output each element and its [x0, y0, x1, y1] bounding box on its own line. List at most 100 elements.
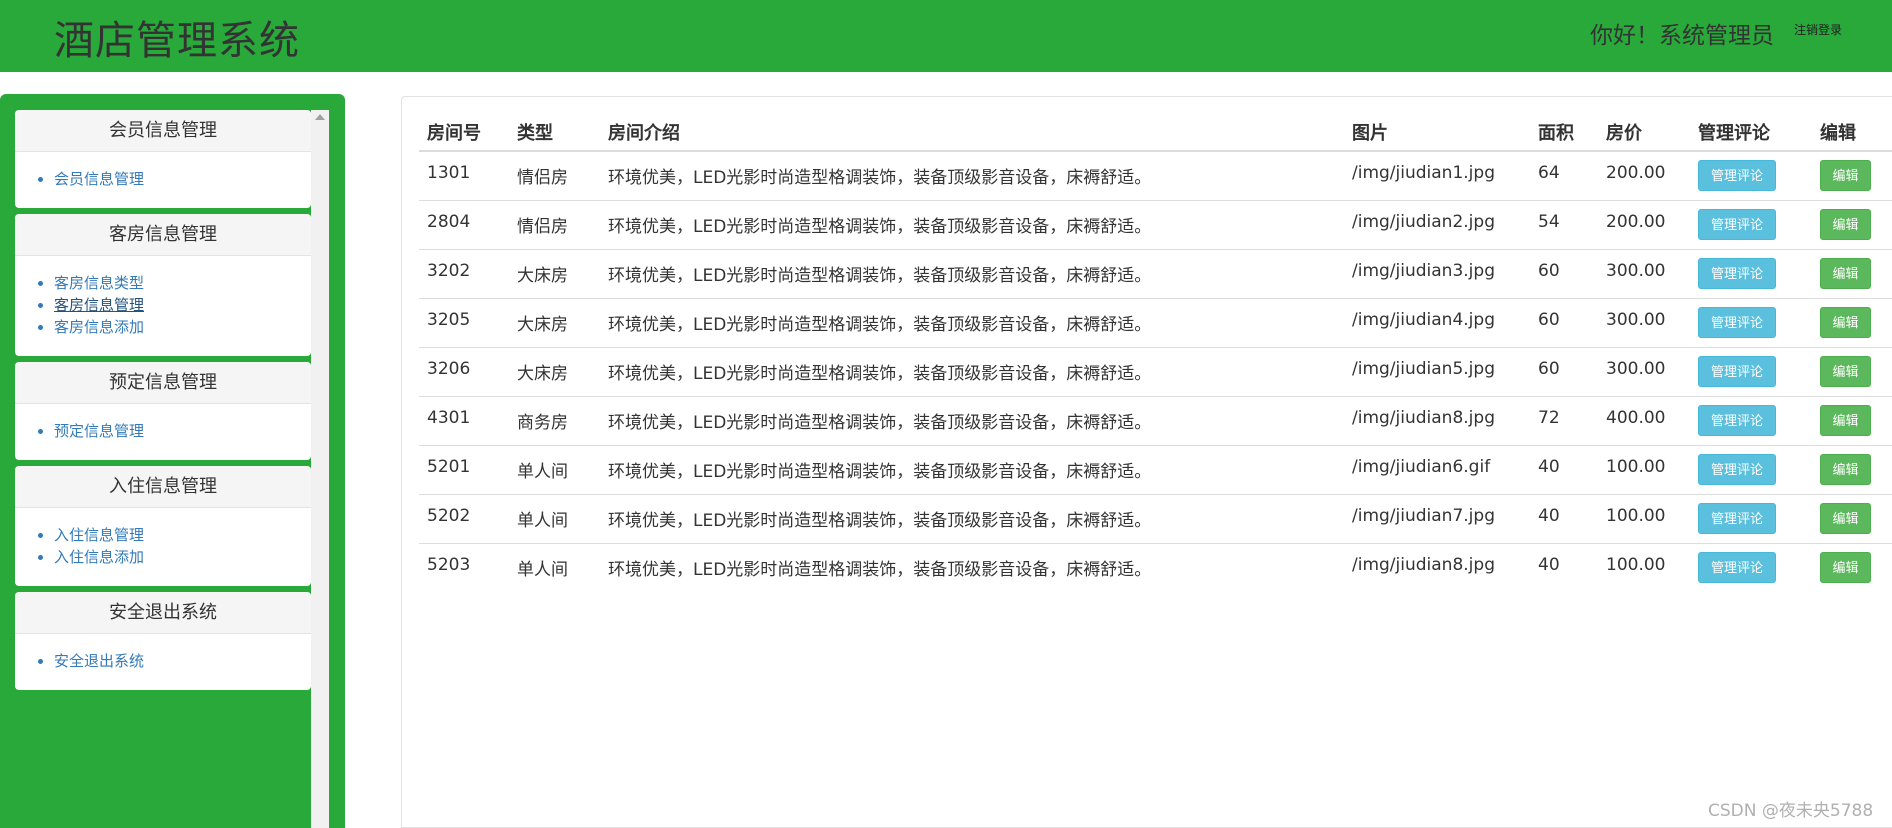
- cell-area: 40: [1530, 542, 1598, 592]
- manage-comments-button[interactable]: 管理评论: [1698, 160, 1776, 191]
- col-header-image: 图片: [1344, 113, 1530, 152]
- cell-comments: 管理评论: [1690, 493, 1812, 543]
- cell-price: 300.00: [1598, 297, 1690, 347]
- scroll-up-arrow-icon[interactable]: [315, 114, 325, 120]
- cell-image: /img/jiudian3.jpg: [1344, 248, 1530, 298]
- panel-checkin: 入住信息管理 入住信息管理 入住信息添加: [15, 466, 311, 586]
- col-header-intro: 房间介绍: [600, 113, 1344, 152]
- sidebar-scrollbar[interactable]: [311, 110, 329, 828]
- cell-comments: 管理评论: [1690, 248, 1812, 298]
- panel-title: 会员信息管理: [15, 110, 311, 152]
- panel-title: 预定信息管理: [15, 362, 311, 404]
- table-row: 1301 情侣房 环境优美，LED光影时尚造型格调装饰，装备顶级影音设备，床褥舒适。…: [419, 151, 1892, 200]
- cell-image: /img/jiudian6.gif: [1344, 444, 1530, 494]
- cell-type: 商务房: [509, 395, 600, 445]
- col-header-edit: 编辑: [1812, 113, 1892, 152]
- col-header-comments: 管理评论: [1690, 113, 1812, 152]
- cell-edit: 编辑: [1812, 297, 1892, 347]
- table-row: 5202 单人间 环境优美，LED光影时尚造型格调装饰，装备顶级影音设备，床褥舒适。…: [419, 493, 1892, 543]
- cell-edit: 编辑: [1812, 346, 1892, 396]
- manage-comments-button[interactable]: 管理评论: [1698, 551, 1776, 583]
- cell-image: /img/jiudian8.jpg: [1344, 542, 1530, 592]
- edit-button[interactable]: 编辑: [1820, 404, 1871, 436]
- cell-comments: 管理评论: [1690, 395, 1812, 445]
- edit-button[interactable]: 编辑: [1820, 208, 1871, 240]
- sidebar-item-exit[interactable]: 安全退出系统: [54, 652, 144, 670]
- cell-price: 300.00: [1598, 346, 1690, 396]
- sidebar-item-checkin-manage[interactable]: 入住信息管理: [54, 526, 144, 544]
- panel-member: 会员信息管理 会员信息管理: [15, 110, 311, 208]
- edit-button[interactable]: 编辑: [1820, 502, 1871, 534]
- cell-type: 单人间: [509, 444, 600, 494]
- cell-intro: 环境优美，LED光影时尚造型格调装饰，装备顶级影音设备，床褥舒适。: [600, 444, 1344, 494]
- col-header-price: 房价: [1598, 113, 1690, 152]
- table-row: 3206 大床房 环境优美，LED光影时尚造型格调装饰，装备顶级影音设备，床褥舒适。…: [419, 346, 1892, 396]
- cell-comments: 管理评论: [1690, 151, 1812, 200]
- cell-room-no: 5203: [419, 542, 509, 592]
- cell-comments: 管理评论: [1690, 297, 1812, 347]
- cell-area: 64: [1538, 163, 1560, 183]
- sidebar-item-room-manage[interactable]: 客房信息管理: [54, 296, 144, 314]
- manage-comments-button[interactable]: 管理评论: [1698, 257, 1776, 289]
- manage-comments-button[interactable]: 管理评论: [1698, 306, 1776, 338]
- cell-type: 单人间: [509, 493, 600, 543]
- cell-edit: 编辑: [1812, 493, 1892, 543]
- manage-comments-button[interactable]: 管理评论: [1698, 404, 1776, 436]
- cell-edit: 编辑: [1812, 542, 1892, 592]
- cell-comments: 管理评论: [1690, 444, 1812, 494]
- cell-area: 60: [1530, 297, 1598, 347]
- cell-intro: 环境优美，LED光影时尚造型格调装饰，装备顶级影音设备，床褥舒适。: [600, 297, 1344, 347]
- sidebar-item-room-add[interactable]: 客房信息添加: [54, 318, 144, 336]
- table-row: 5203 单人间 环境优美，LED光影时尚造型格调装饰，装备顶级影音设备，床褥舒适。…: [419, 542, 1892, 592]
- cell-price: 200.00: [1598, 199, 1690, 249]
- cell-area: 54: [1530, 199, 1598, 249]
- cell-intro: 环境优美，LED光影时尚造型格调装饰，装备顶级影音设备，床褥舒适。: [600, 542, 1344, 592]
- manage-comments-button[interactable]: 管理评论: [1698, 453, 1776, 485]
- edit-button[interactable]: 编辑: [1820, 160, 1871, 191]
- cell-room-no: 3205: [419, 297, 509, 347]
- cell-image: /img/jiudian7.jpg: [1344, 493, 1530, 543]
- sidebar-item-member-manage[interactable]: 会员信息管理: [54, 170, 144, 188]
- cell-price: 100.00: [1598, 444, 1690, 494]
- panel-title: 入住信息管理: [15, 466, 311, 508]
- user-greeting: 你好！系统管理员: [1590, 23, 1774, 49]
- panel-title: 安全退出系统: [15, 592, 311, 634]
- edit-button[interactable]: 编辑: [1820, 257, 1871, 289]
- table-row: 2804 情侣房 环境优美，LED光影时尚造型格调装饰，装备顶级影音设备，床褥舒适。…: [419, 199, 1892, 249]
- edit-button[interactable]: 编辑: [1820, 355, 1871, 387]
- cell-price: 300.00: [1598, 248, 1690, 298]
- cell-price: 400.00: [1598, 395, 1690, 445]
- cell-room-no: 5202: [419, 493, 509, 543]
- cell-intro: 环境优美，LED光影时尚造型格调装饰，装备顶级影音设备，床褥舒适。: [600, 493, 1344, 543]
- cell-image: /img/jiudian8.jpg: [1344, 395, 1530, 445]
- cell-edit: 编辑: [1812, 444, 1892, 494]
- cell-type: 情侣房: [517, 168, 568, 188]
- cell-edit: 编辑: [1812, 248, 1892, 298]
- cell-comments: 管理评论: [1690, 346, 1812, 396]
- logout-link[interactable]: 注销登录: [1794, 21, 1842, 38]
- cell-area: 40: [1530, 444, 1598, 494]
- sidebar-item-room-type[interactable]: 客房信息类型: [54, 274, 144, 292]
- cell-edit: 编辑: [1812, 395, 1892, 445]
- panel-exit: 安全退出系统 安全退出系统: [15, 592, 311, 690]
- cell-intro: 环境优美，LED光影时尚造型格调装饰，装备顶级影音设备，床褥舒适。: [600, 248, 1344, 298]
- edit-button[interactable]: 编辑: [1820, 453, 1871, 485]
- cell-comments: 管理评论: [1690, 199, 1812, 249]
- main-content: 房间号 类型 房间介绍 图片 面积 房价 管理评论 编辑 1301 情侣房 环境优美…: [401, 96, 1892, 828]
- watermark: CSDN @夜未央5788: [1708, 801, 1874, 821]
- edit-button[interactable]: 编辑: [1820, 551, 1871, 583]
- edit-button[interactable]: 编辑: [1820, 306, 1871, 338]
- sidebar-item-booking-manage[interactable]: 预定信息管理: [54, 422, 144, 440]
- manage-comments-button[interactable]: 管理评论: [1698, 502, 1776, 534]
- panel-room: 客房信息管理 客房信息类型 客房信息管理 客房信息添加: [15, 214, 311, 356]
- cell-room-no: 2804: [419, 199, 509, 249]
- col-header-room-no: 房间号: [419, 113, 509, 152]
- manage-comments-button[interactable]: 管理评论: [1698, 208, 1776, 240]
- sidebar-item-checkin-add[interactable]: 入住信息添加: [54, 548, 144, 566]
- cell-area: 40: [1530, 493, 1598, 543]
- manage-comments-button[interactable]: 管理评论: [1698, 355, 1776, 387]
- col-header-area: 面积: [1530, 113, 1598, 152]
- cell-image: /img/jiudian4.jpg: [1344, 297, 1530, 347]
- cell-intro: 环境优美，LED光影时尚造型格调装饰，装备顶级影音设备，床褥舒适。: [600, 199, 1344, 249]
- cell-room-no: 3202: [419, 248, 509, 298]
